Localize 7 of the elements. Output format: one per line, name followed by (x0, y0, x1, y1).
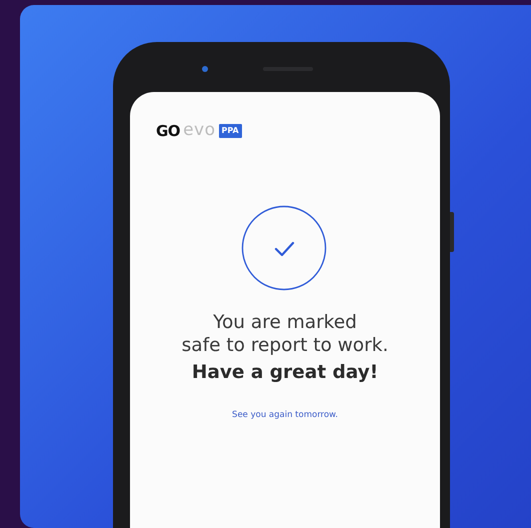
logo-badge: PPA (218, 124, 242, 138)
note-text: See you again tomorrow. (231, 409, 339, 422)
message-text: You are marked safe to report to work. (180, 311, 390, 357)
logo-text: GO (156, 120, 180, 142)
logo-text: evo (183, 119, 216, 142)
camera-icon (202, 66, 208, 72)
greeting-text: Have a great day! (190, 361, 380, 385)
